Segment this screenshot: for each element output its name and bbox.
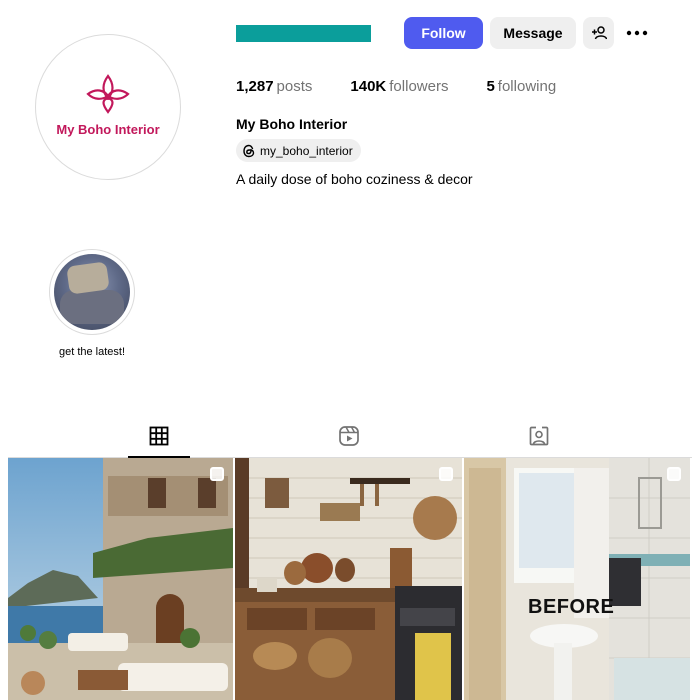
person-add-icon <box>591 26 607 40</box>
suggest-user-button[interactable] <box>583 17 614 49</box>
username-redaction <box>236 25 371 42</box>
bio-text: A daily dose of boho coziness & decor <box>236 171 473 187</box>
display-name: My Boho Interior <box>236 116 348 132</box>
threads-icon <box>243 144 255 157</box>
following-stat[interactable]: 5 following <box>486 78 556 95</box>
tagged-icon <box>529 426 549 446</box>
carousel-icon <box>667 467 681 481</box>
bathroom-before-image <box>464 458 690 700</box>
more-options-button[interactable] <box>624 22 650 44</box>
posts-count: 1,287 <box>236 78 274 95</box>
posts-label: posts <box>276 78 313 95</box>
posts-stat: 1,287 posts <box>236 78 312 95</box>
profile-stats: 1,287 posts 140K followers 5 following <box>236 78 594 95</box>
story-highlight[interactable] <box>49 249 135 335</box>
reels-icon <box>339 426 359 446</box>
followers-label: followers <box>389 78 449 95</box>
lotus-logo-icon <box>86 73 130 114</box>
more-horizontal-icon <box>626 30 648 36</box>
threads-link[interactable]: my_boho_interior <box>236 139 361 162</box>
profile-avatar[interactable]: My Boho Interior <box>35 34 181 180</box>
threads-handle: my_boho_interior <box>260 143 353 158</box>
following-count: 5 <box>486 78 495 95</box>
followers-count: 140K <box>350 78 387 95</box>
message-button[interactable]: Message <box>490 17 576 49</box>
avatar-brand-text: My Boho Interior <box>56 121 160 137</box>
villa-terrace-image <box>8 458 233 700</box>
tab-tagged[interactable] <box>528 425 550 447</box>
followers-stat[interactable]: 140K followers <box>350 78 448 95</box>
following-label: following <box>497 78 557 95</box>
highlight-label: get the latest! <box>58 346 126 358</box>
boho-kitchen-image <box>235 458 462 700</box>
follow-button[interactable]: Follow <box>404 17 483 49</box>
highlight-cover-image <box>54 254 130 330</box>
tab-posts[interactable] <box>148 425 170 447</box>
tab-reels[interactable] <box>338 425 360 447</box>
before-overlay-text: BEFORE <box>528 596 615 618</box>
carousel-icon <box>439 467 453 481</box>
grid-post-boho-kitchen[interactable] <box>235 458 462 700</box>
carousel-icon <box>210 467 224 481</box>
grid-post-bathroom-before[interactable]: BEFORE <box>464 458 690 700</box>
grid-post-villa-terrace[interactable] <box>8 458 233 700</box>
grid-icon <box>149 426 169 446</box>
